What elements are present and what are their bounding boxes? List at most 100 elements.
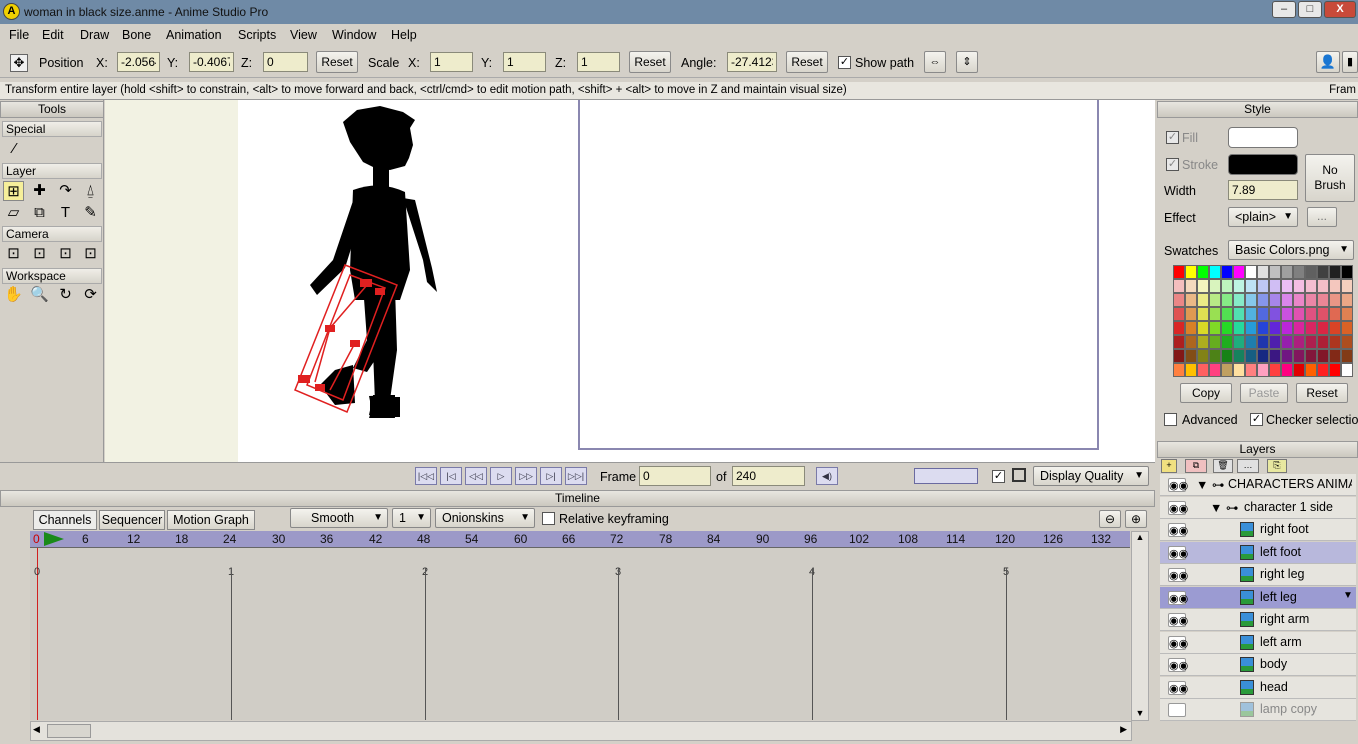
color-swatch[interactable] [1221,279,1233,293]
camera-track-icon[interactable]: ⊡ [3,244,24,264]
color-swatch[interactable] [1245,293,1257,307]
visibility-eye-icon[interactable]: ◉◉ [1168,613,1188,627]
color-swatch[interactable] [1197,293,1209,307]
color-swatch[interactable] [1293,279,1305,293]
color-swatch[interactable] [1341,265,1353,279]
visibility-eye-icon[interactable]: ◉◉ [1168,635,1188,650]
color-swatch[interactable] [1305,279,1317,293]
color-swatch[interactable] [1293,321,1305,335]
color-swatch[interactable] [1197,335,1209,349]
scale-layer-icon[interactable]: ⧉ [29,203,50,223]
color-swatch[interactable] [1341,349,1353,363]
reset-style-button[interactable]: Reset [1296,383,1348,403]
copy-button[interactable]: Copy [1180,383,1232,403]
scale-y-input[interactable] [503,52,546,72]
menu-help[interactable]: Help [391,28,417,42]
color-swatch[interactable] [1173,279,1185,293]
color-swatch[interactable] [1317,335,1329,349]
zoom-out-icon[interactable]: ⊖ [1099,510,1121,528]
playhead-marker-icon[interactable] [44,532,64,546]
effect-dropdown[interactable]: <plain> ▼ [1228,207,1298,227]
color-swatch[interactable] [1245,279,1257,293]
color-swatch[interactable] [1173,321,1185,335]
next-keyframe-icon[interactable]: ▷▷ [515,467,537,485]
visibility-eye-icon[interactable]: ◉◉ [1168,658,1188,672]
set-origin-icon[interactable]: ⍙ [80,181,101,201]
color-swatch[interactable] [1305,363,1317,377]
color-swatch[interactable] [1233,321,1245,335]
layer-menu-arrow-icon[interactable]: ▼ [1343,590,1353,601]
reset-scale-button[interactable]: Reset [629,51,671,73]
zoom-in-icon[interactable]: ⊕ [1125,510,1147,528]
color-swatch[interactable] [1293,349,1305,363]
color-swatch[interactable] [1233,279,1245,293]
audio-icon[interactable]: ◀) [816,467,838,485]
color-swatch-grid[interactable] [1173,265,1353,377]
menu-edit[interactable]: Edit [42,28,64,42]
color-swatch[interactable] [1269,349,1281,363]
color-swatch[interactable] [1233,335,1245,349]
menu-file[interactable]: File [9,28,29,42]
color-swatch[interactable] [1233,349,1245,363]
effect-more-button[interactable]: ... [1307,207,1337,227]
color-swatch[interactable] [1245,349,1257,363]
color-swatch[interactable] [1221,265,1233,279]
color-swatch[interactable] [1257,321,1269,335]
layer-copy-icon[interactable]: ⎘ [1267,459,1287,473]
text-tool-icon[interactable]: T [55,203,76,223]
layer-row[interactable]: ◉◉ left foot [1160,541,1356,564]
color-swatch[interactable] [1209,349,1221,363]
scroll-up-icon[interactable]: ▲ [1132,532,1148,542]
layer-row[interactable]: ◉◉ body [1160,654,1356,676]
swatches-dropdown[interactable]: Basic Colors.png ▼ [1228,240,1354,260]
tab-channels[interactable]: Channels [33,510,97,530]
menu-window[interactable]: Window [332,28,376,42]
color-swatch[interactable] [1185,363,1197,377]
color-swatch[interactable] [1209,307,1221,321]
color-swatch[interactable] [1173,335,1185,349]
panel-toggle-icon[interactable]: ▮ [1342,51,1358,73]
character-artwork[interactable] [105,100,1155,462]
duplicate-layer-icon[interactable]: ⧉ [1185,459,1207,473]
layer-row[interactable]: ◉◉ ▼ ⊶ CHARACTERS ANIMATE [1160,474,1356,496]
scroll-down-icon[interactable]: ▼ [1132,708,1148,718]
color-swatch[interactable] [1245,321,1257,335]
color-swatch[interactable] [1269,335,1281,349]
color-swatch[interactable] [1185,265,1197,279]
color-swatch[interactable] [1173,293,1185,307]
layer-row[interactable]: ◉◉ head [1160,676,1356,699]
menu-scripts[interactable]: Scripts [238,28,276,42]
visibility-eye-icon[interactable]: ◉◉ [1168,523,1188,537]
transform-layer-tool-icon[interactable]: ⊞ [3,181,24,201]
color-swatch[interactable] [1293,265,1305,279]
color-swatch[interactable] [1197,307,1209,321]
fit-horizontal-icon[interactable]: ⇔ [924,51,946,73]
color-swatch[interactable] [1173,307,1185,321]
color-swatch[interactable] [1209,363,1221,377]
step-dropdown[interactable]: 1 ▼ [392,508,431,528]
color-swatch[interactable] [1305,335,1317,349]
rotate-workspace-icon[interactable]: ⟳ [80,285,101,305]
color-swatch[interactable] [1257,293,1269,307]
color-swatch[interactable] [1209,335,1221,349]
color-swatch[interactable] [1341,293,1353,307]
fill-color-swatch[interactable] [1228,127,1298,148]
color-swatch[interactable] [1293,335,1305,349]
color-swatch[interactable] [1281,321,1293,335]
reset-angle-button[interactable]: Reset [786,51,828,73]
menu-view[interactable]: View [290,28,317,42]
visibility-eye-icon[interactable]: ◉◉ [1168,568,1188,582]
color-swatch[interactable] [1341,363,1353,377]
scroll-right-icon[interactable]: ▶ [1120,724,1127,735]
eyedropper-icon[interactable]: ✎ [80,203,101,223]
advanced-checkbox[interactable] [1164,413,1177,426]
layer-row[interactable]: ◉◉ left arm [1160,631,1356,654]
color-swatch[interactable] [1281,349,1293,363]
color-swatch[interactable] [1341,279,1353,293]
color-swatch[interactable] [1233,293,1245,307]
scale-x-input[interactable] [430,52,473,72]
forward-to-end-icon[interactable]: ▷▷| [565,467,587,485]
tab-sequencer[interactable]: Sequencer [99,510,165,530]
rewind-to-start-icon[interactable]: |◁◁ [415,467,437,485]
layer-row[interactable]: lamp copy [1160,699,1356,721]
